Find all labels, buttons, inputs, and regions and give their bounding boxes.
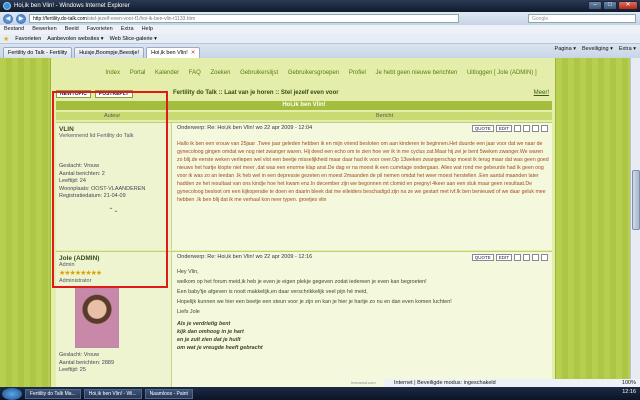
up-icon[interactable] xyxy=(541,254,548,261)
tab-label: Hoi,ik ben Vlin! xyxy=(151,50,188,56)
window-title: Hoi,ik ben Vlin! - Windows Internet Expl… xyxy=(14,3,130,9)
post-body: Onderwerp: Re: Hoi,ik ben Vlin! wo 22 ap… xyxy=(174,123,552,250)
edit-button[interactable]: EDIT xyxy=(495,254,512,261)
meer-link[interactable]: Meer! xyxy=(534,90,549,96)
signature-poem: Als je verdrietig bent kijk dan omhoog i… xyxy=(177,320,549,352)
nav-memberlist[interactable]: Gebruikerslijst xyxy=(240,70,278,76)
post-action-buttons: QUOTE EDIT xyxy=(471,125,548,132)
forum-nav: Index Portal Kalender FAQ Zoeken Gebruik… xyxy=(91,68,551,78)
author-info: Geslacht: Vrouw Aantal berichten: 2889 L… xyxy=(59,352,168,375)
menu-file[interactable]: Bestand xyxy=(4,25,24,34)
internet-explorer-icon xyxy=(3,2,11,10)
poem-line: Als je verdrietig bent xyxy=(177,321,231,327)
edit-button[interactable]: EDIT xyxy=(495,125,512,132)
maximize-button[interactable]: □ xyxy=(603,1,617,10)
report-icon[interactable] xyxy=(532,254,539,261)
poem-line: en je zult zien dat je huilt xyxy=(177,337,241,343)
breadcrumb[interactable]: Fertility do Talk :: Laat van je horen :… xyxy=(173,90,339,96)
back-icon[interactable]: ◀ xyxy=(3,13,13,24)
report-icon[interactable] xyxy=(532,125,539,132)
ip-icon[interactable] xyxy=(523,254,530,261)
tab-fertility[interactable]: Fertility do Talk - Fertility xyxy=(3,47,73,58)
security-status: Internet | Beveiligde modus: ingeschakel… xyxy=(384,379,574,387)
author-age: Leeftijd: 25 xyxy=(59,367,86,373)
watermark-text: Imeuwsd.com xyxy=(351,380,376,385)
nav-calendar[interactable]: Kalender xyxy=(155,70,179,76)
nav-usergroups[interactable]: Gebruikersgroepen xyxy=(288,70,339,76)
menu-bar: Bestand Bewerken Beeld Favorieten Extra … xyxy=(0,25,640,34)
favorites-bar: ★ Favorieten Aanbevolen websites ▾ Web S… xyxy=(0,34,640,44)
menu-help[interactable]: Help xyxy=(142,25,153,34)
favorites-button[interactable]: Favorieten xyxy=(15,36,41,42)
tools-menu[interactable]: Extra ▾ xyxy=(619,46,636,52)
start-button[interactable] xyxy=(2,387,22,400)
taskbar-item-paint[interactable]: Naamloos - Paint xyxy=(144,388,193,399)
nav-messages[interactable]: Je hebt geen nieuwe berichten xyxy=(376,70,458,76)
url-domain: http://fertility.do-talk.com xyxy=(33,16,87,22)
window-controls: – □ ✕ xyxy=(588,1,638,10)
menu-tools[interactable]: Extra xyxy=(121,25,134,34)
ip-icon[interactable] xyxy=(523,125,530,132)
delete-icon[interactable] xyxy=(514,254,521,261)
nav-index[interactable]: Index xyxy=(105,70,120,76)
author-post-count: Aantal berichten: 2889 xyxy=(59,359,115,366)
page-menu[interactable]: Pagina ▾ xyxy=(555,46,576,52)
poem-line: om wat je vreugde heeft gebracht xyxy=(177,345,263,351)
tab-label: Fertility do Talk - Fertility xyxy=(8,50,68,56)
taskbar-item-fertility[interactable]: Fertility do Talk Ma... xyxy=(25,388,81,399)
delete-icon[interactable] xyxy=(514,125,521,132)
search-input[interactable]: Google xyxy=(528,14,636,23)
fav-item-suggested[interactable]: Aanbevolen websites ▾ xyxy=(47,36,103,42)
quote-button[interactable]: QUOTE xyxy=(471,254,494,261)
author-gender: Geslacht: Vrouw xyxy=(59,352,100,358)
nav-logout[interactable]: Uitloggen [ Jole (ADMIN) ] xyxy=(467,70,537,76)
tab-label: Huisje,Boompje,Beestje! xyxy=(79,50,140,56)
post-line: Hopelijk kunnen we hier een beetje een s… xyxy=(177,299,452,305)
menu-edit[interactable]: Bewerken xyxy=(32,25,56,34)
security-menu[interactable]: Beveiliging ▾ xyxy=(582,46,613,52)
vertical-scrollbar[interactable] xyxy=(630,58,640,387)
highlight-box xyxy=(52,91,168,288)
favorites-star-icon: ★ xyxy=(3,35,10,43)
url-path: /stel-jezelf-even-voor-f1/hoi-ik-ben-vli… xyxy=(86,16,196,22)
menu-view[interactable]: Beeld xyxy=(65,25,79,34)
poem-line: kijk dan omhoog in je hart xyxy=(177,329,244,335)
close-tab-icon[interactable]: ✕ xyxy=(191,50,196,56)
post-body: Onderwerp: Re: Hoi,ik ben Vlin! wo 22 ap… xyxy=(174,252,552,387)
up-icon[interactable] xyxy=(541,125,548,132)
menu-favorites[interactable]: Favorieten xyxy=(87,25,113,34)
post-line: Een baby'tje afgeven is nooit makkelijk,… xyxy=(177,289,368,295)
quote-button[interactable]: QUOTE xyxy=(471,125,494,132)
message-column-header: Bericht xyxy=(376,113,394,119)
address-bar: ◀ ▶ http://fertility.do-talk.com/stel-je… xyxy=(0,12,640,25)
nav-search[interactable]: Zoeken xyxy=(210,70,230,76)
avatar[interactable] xyxy=(75,288,119,348)
post-text: Hey Vlin, welkom op het forum meid,ik he… xyxy=(177,268,549,352)
background-pattern-right xyxy=(556,58,640,387)
tab-row: Fertility do Talk - Fertility Huisje,Boo… xyxy=(0,44,640,58)
url-field[interactable]: http://fertility.do-talk.com/stel-jezelf… xyxy=(29,14,459,23)
post-line: Hey Vlin, xyxy=(177,269,199,275)
scrollbar-thumb[interactable] xyxy=(632,170,640,230)
taskbar: Fertility do Talk Ma... Hoi,ik ben Vlin!… xyxy=(0,387,640,400)
close-button[interactable]: ✕ xyxy=(618,1,638,10)
tab-hoi-vlin[interactable]: Hoi,ik ben Vlin! ✕ xyxy=(146,47,201,58)
nav-profile[interactable]: Profiel xyxy=(349,70,366,76)
post-action-buttons: QUOTE EDIT xyxy=(471,254,548,261)
minimize-button[interactable]: – xyxy=(588,1,602,10)
nav-faq[interactable]: FAQ xyxy=(189,70,201,76)
post-text: Hallo ik ben een vrouw van 25jaar .Twee … xyxy=(177,141,549,203)
fav-item-webslice[interactable]: Web Slice-galerie ▾ xyxy=(110,36,157,42)
post-line: Liefs Jole xyxy=(177,309,200,315)
forward-icon[interactable]: ▶ xyxy=(16,13,26,24)
taskbar-item-ie[interactable]: Hoi,ik ben Vlin! - Wi... xyxy=(83,388,142,399)
zoom-level[interactable]: 100% xyxy=(574,379,640,387)
window-titlebar: Hoi,ik ben Vlin! - Windows Internet Expl… xyxy=(0,0,640,12)
post-line: welkom op het forum meid,ik heb je even … xyxy=(177,279,427,285)
background-pattern-left xyxy=(0,58,50,387)
command-bar: Pagina ▾ Beveiliging ▾ Extra ▾ xyxy=(555,46,636,52)
tab-huisje[interactable]: Huisje,Boompje,Beestje! xyxy=(74,47,145,58)
nav-portal[interactable]: Portal xyxy=(130,70,146,76)
taskbar-clock: 12:16 xyxy=(622,389,636,395)
